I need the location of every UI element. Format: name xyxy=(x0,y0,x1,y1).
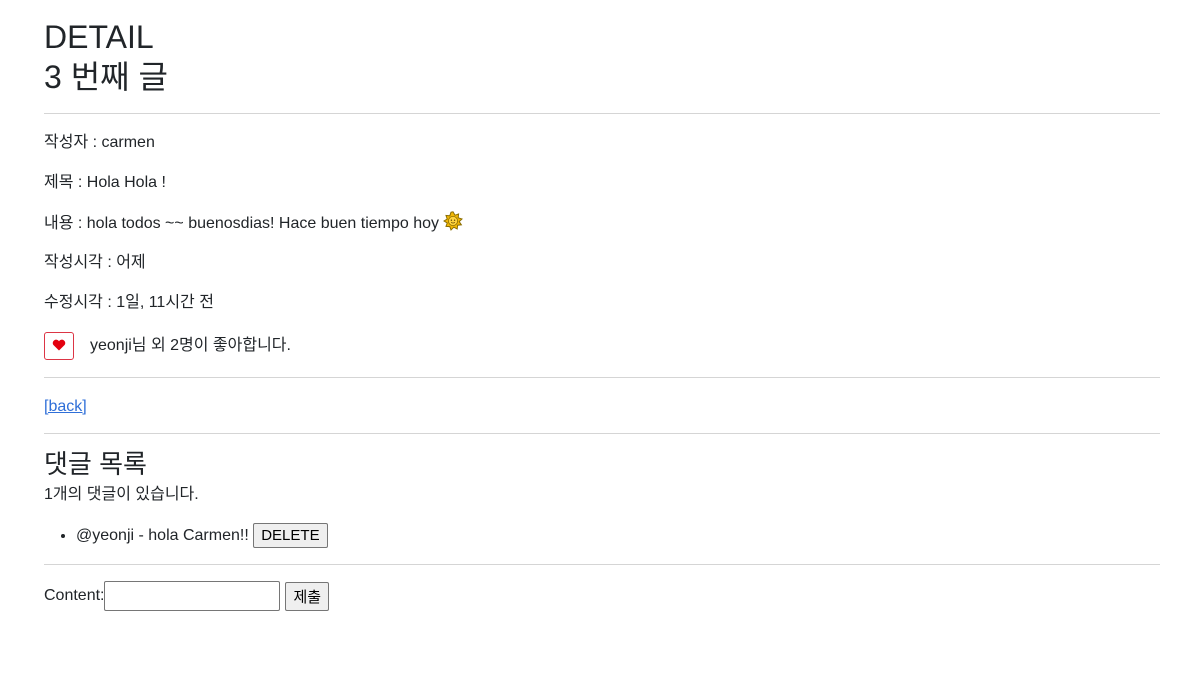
post-created-time: 작성시각 : 어제 xyxy=(44,254,146,271)
delete-comment-button[interactable]: DELETE xyxy=(253,523,328,549)
sun-icon xyxy=(443,211,464,239)
like-row: yeonji님 외 2명이 좋아합니다. xyxy=(44,331,1160,361)
comment-count: 1개의 댓글이 있습니다. xyxy=(44,486,199,503)
comments-heading: 댓글 목록 xyxy=(44,449,147,479)
back-link[interactable]: [back] xyxy=(44,398,87,415)
page-heading: DETAIL xyxy=(44,19,154,55)
divider xyxy=(44,377,1160,378)
comment-list: @yeonji - hola Carmen!! DELETE xyxy=(44,522,1160,550)
content-input[interactable] xyxy=(104,581,281,611)
likes-summary: yeonji님 외 2명이 좋아합니다. xyxy=(90,337,291,354)
comment-text: @yeonji - hola Carmen!! xyxy=(76,527,249,544)
post-title: 제목 : Hola Hola ! xyxy=(44,174,166,191)
post-content-text: 내용 : hola todos ~~ buenosdias! Hace buen… xyxy=(44,215,440,232)
like-button[interactable] xyxy=(44,332,74,360)
divider xyxy=(44,433,1160,434)
back-link-wrap: [back] xyxy=(44,395,1160,419)
post-heading: 3 번째 글 xyxy=(44,59,168,95)
post-content: 내용 : hola todos ~~ buenosdias! Hace buen… xyxy=(44,211,1160,235)
detail-page: DETAIL 3 번째 글 작성자 : carmen 제목 : Hola Hol… xyxy=(44,0,1160,611)
submit-button[interactable]: 제출 xyxy=(285,581,330,611)
comment-item: @yeonji - hola Carmen!! DELETE xyxy=(76,522,1160,550)
content-label: Content: xyxy=(44,587,105,604)
heart-icon xyxy=(52,339,66,354)
divider xyxy=(44,113,1160,114)
divider xyxy=(44,564,1160,565)
comment-form: Content: 제출 xyxy=(44,581,1160,611)
post-author: 작성자 : carmen xyxy=(44,134,155,151)
post-modified-time: 수정시각 : 1일, 11시간 전 xyxy=(44,294,214,311)
